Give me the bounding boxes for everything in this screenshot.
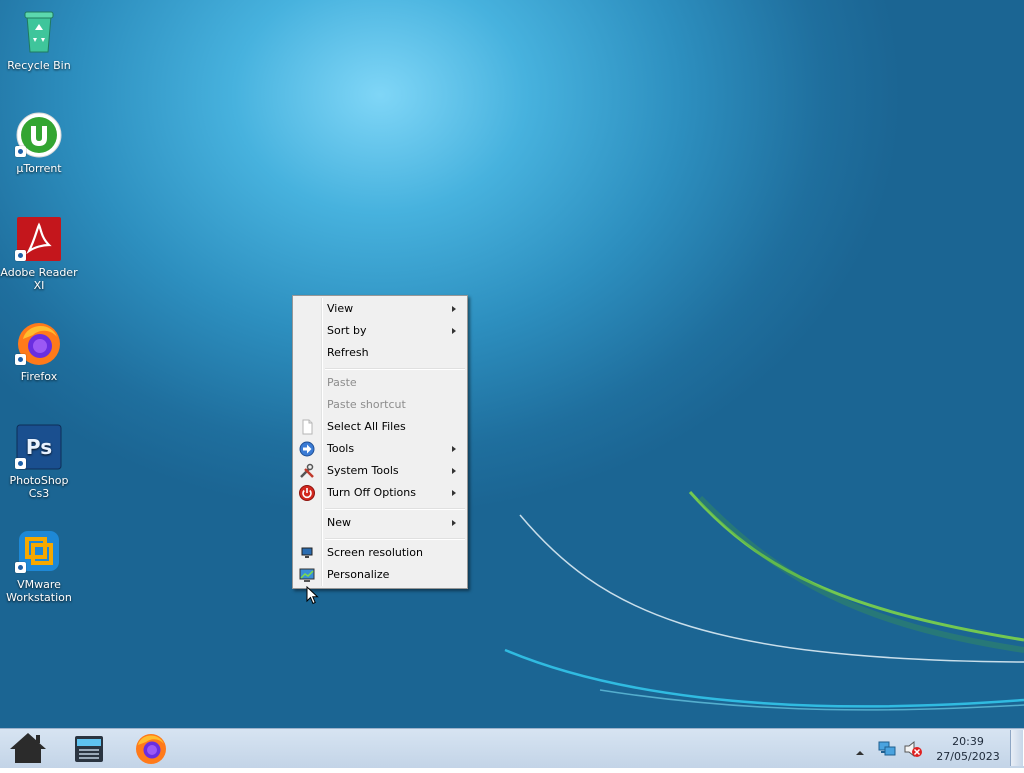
wrench-screwdriver-icon — [299, 463, 315, 479]
svg-text:Ps: Ps — [26, 435, 52, 459]
wallpaper-swooshes — [504, 490, 1024, 711]
desktop-icon-label: VMware Workstation — [6, 578, 72, 604]
firefox-icon — [136, 734, 166, 764]
chevron-up-icon — [856, 751, 864, 755]
menu-item-label: Select All Files — [327, 420, 406, 433]
home-icon — [10, 733, 46, 763]
taskbar: 20:39 27/05/2023 — [0, 728, 1024, 768]
mouse-cursor-icon — [306, 586, 319, 605]
menu-item-label: Sort by — [327, 324, 367, 337]
taskbar-home-button[interactable] — [6, 729, 50, 769]
desktop-icon-firefox[interactable]: Firefox — [0, 319, 78, 383]
desktop-icon-label: PhotoShop Cs3 — [9, 474, 69, 500]
menu-item-view[interactable]: View — [295, 298, 465, 320]
recycle-bin-icon — [15, 8, 63, 56]
shortcut-arrow-icon — [15, 562, 26, 573]
clock-date: 27/05/2023 — [936, 750, 1000, 763]
monitor-icon — [299, 545, 315, 561]
menu-item-label: Refresh — [327, 346, 369, 359]
menu-item-label: View — [327, 302, 354, 315]
menu-separator — [325, 538, 465, 540]
menu-item-paste-shortcut: Paste shortcut — [295, 394, 465, 416]
menu-item-personalize[interactable]: Personalize — [295, 564, 465, 586]
network-icon — [878, 741, 896, 756]
menu-item-label: New — [327, 516, 351, 529]
menu-separator — [325, 508, 465, 510]
menu-item-paste: Paste — [295, 372, 465, 394]
menu-item-new[interactable]: New — [295, 512, 465, 534]
shortcut-arrow-icon — [15, 250, 26, 261]
file-manager-icon — [75, 736, 103, 762]
menu-item-system-tools[interactable]: System Tools — [295, 460, 465, 482]
submenu-arrow-icon — [452, 468, 456, 474]
desktop-icon-label: Firefox — [20, 370, 58, 383]
photoshop-icon: Ps — [15, 423, 63, 471]
menu-item-refresh[interactable]: Refresh — [295, 342, 465, 364]
desktop[interactable]: Recycle Bin µTorrent Adobe Reader XI Fir… — [0, 0, 1024, 728]
menu-item-label: Turn Off Options — [327, 486, 416, 499]
menu-item-label: Personalize — [327, 568, 390, 581]
show-hidden-icons-button[interactable] — [855, 743, 865, 755]
desktop-icon-vmware[interactable]: VMware Workstation — [0, 527, 78, 604]
submenu-arrow-icon — [452, 490, 456, 496]
submenu-arrow-icon — [452, 328, 456, 334]
desktop-icon-adobe-reader[interactable]: Adobe Reader XI — [0, 215, 78, 292]
firefox-icon — [15, 319, 63, 367]
tray-clock[interactable]: 20:39 27/05/2023 — [930, 734, 1006, 764]
forward-arrow-icon — [299, 441, 315, 457]
volume-muted-icon — [904, 740, 922, 758]
adobe-reader-icon — [15, 215, 63, 263]
tray-volume-button[interactable] — [903, 739, 923, 759]
menu-item-select-all-files[interactable]: Select All Files — [295, 416, 465, 438]
tray-network-button[interactable] — [877, 739, 897, 759]
clock-time: 20:39 — [952, 735, 984, 748]
blank-document-icon — [299, 419, 315, 435]
menu-item-label: Paste shortcut — [327, 398, 406, 411]
shortcut-arrow-icon — [15, 354, 26, 365]
taskbar-file-manager-button[interactable] — [67, 729, 111, 769]
menu-item-label: System Tools — [327, 464, 399, 477]
power-icon — [299, 485, 315, 501]
submenu-arrow-icon — [452, 306, 456, 312]
menu-item-label: Tools — [327, 442, 355, 455]
desktop-icon-label: Adobe Reader XI — [0, 266, 78, 292]
menu-separator — [325, 368, 465, 370]
menu-item-turn-off-options[interactable]: Turn Off Options — [295, 482, 465, 504]
vmware-icon — [15, 527, 63, 575]
menu-item-screen-resolution[interactable]: Screen resolution — [295, 542, 465, 564]
taskbar-firefox-button[interactable] — [129, 729, 173, 769]
desktop-icon-label: Recycle Bin — [7, 59, 71, 72]
desktop-icon-photoshop[interactable]: Ps PhotoShop Cs3 — [0, 423, 78, 500]
utorrent-icon — [15, 111, 63, 159]
desktop-context-menu: View Sort by Refresh Paste Paste shortcu… — [292, 295, 468, 589]
menu-item-sort-by[interactable]: Sort by — [295, 320, 465, 342]
shortcut-arrow-icon — [15, 146, 26, 157]
menu-item-tools[interactable]: Tools — [295, 438, 465, 460]
desktop-icon-recycle-bin[interactable]: Recycle Bin — [0, 8, 78, 72]
submenu-arrow-icon — [452, 446, 456, 452]
submenu-arrow-icon — [452, 520, 456, 526]
menu-item-label: Paste — [327, 376, 357, 389]
personalize-display-icon — [299, 567, 315, 583]
desktop-icon-utorrent[interactable]: µTorrent — [0, 111, 78, 175]
menu-item-label: Screen resolution — [327, 546, 423, 559]
shortcut-arrow-icon — [15, 458, 26, 469]
desktop-icon-label: µTorrent — [16, 162, 62, 175]
show-desktop-button[interactable] — [1010, 730, 1024, 766]
